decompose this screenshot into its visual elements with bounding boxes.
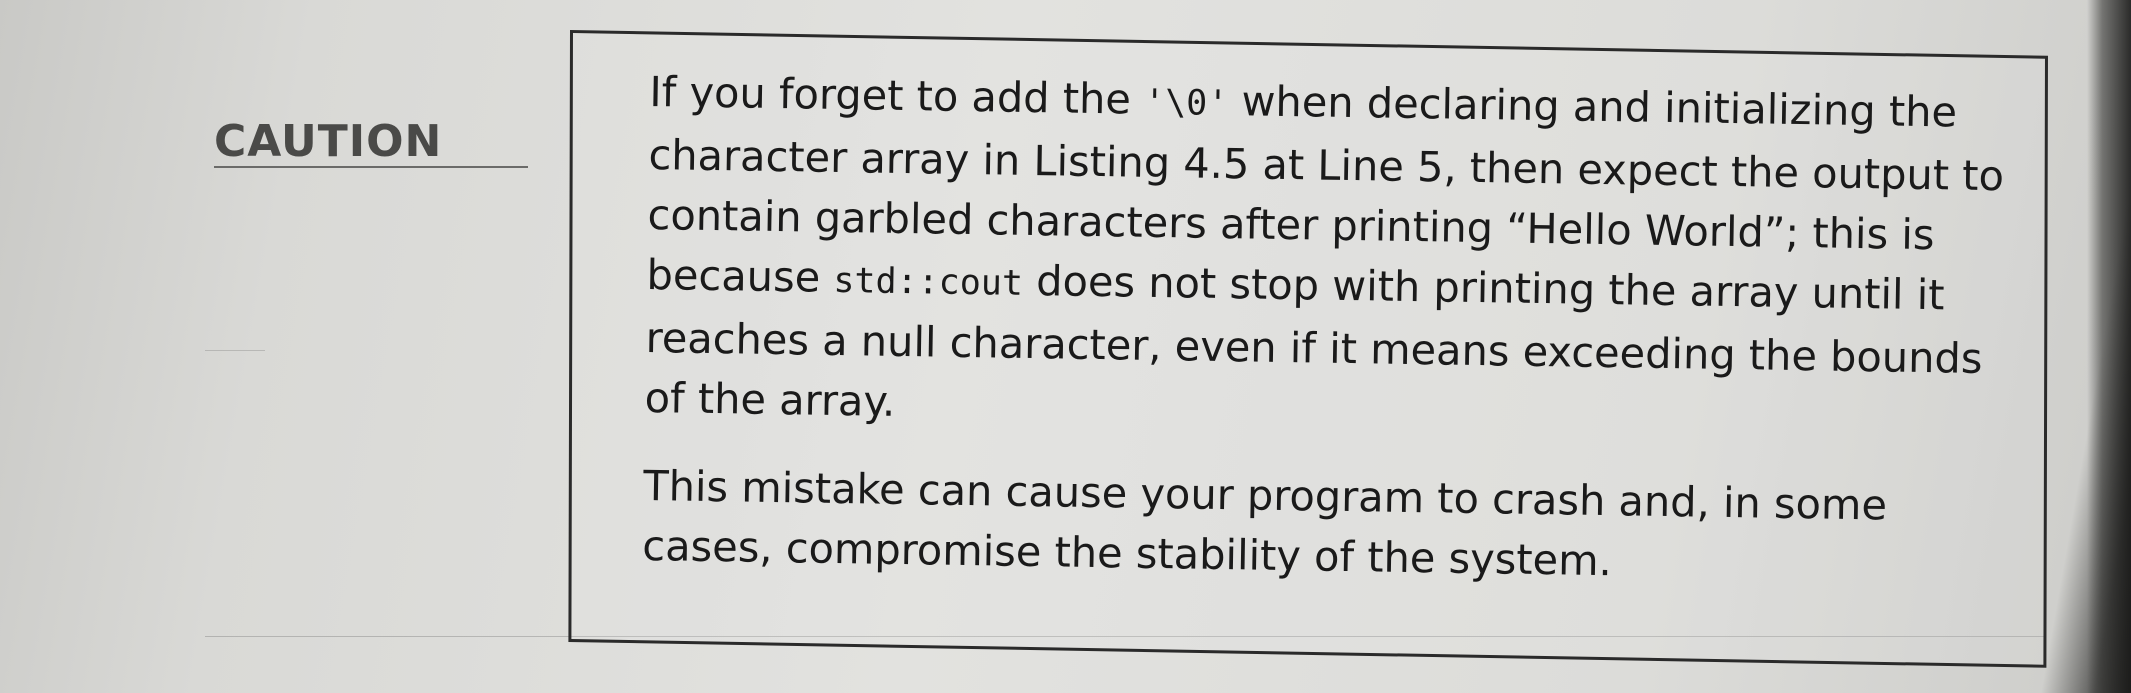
caution-underline: [214, 166, 528, 168]
caution-paragraph-2: This mistake can cause your program to c…: [642, 460, 1888, 586]
caution-heading: CAUTION: [214, 116, 443, 167]
std-cout-code: std::cout: [833, 260, 1024, 304]
null-char-code: '\0': [1143, 82, 1229, 125]
caution-body: If you forget to add the '\0' when decla…: [642, 62, 2010, 597]
caution-paragraph-1: If you forget to add the '\0' when decla…: [644, 62, 2010, 449]
faint-margin-mark: [205, 350, 265, 351]
caution-text-part-1: If you forget to add the: [649, 66, 1145, 124]
book-page-edge: [2087, 0, 2131, 693]
